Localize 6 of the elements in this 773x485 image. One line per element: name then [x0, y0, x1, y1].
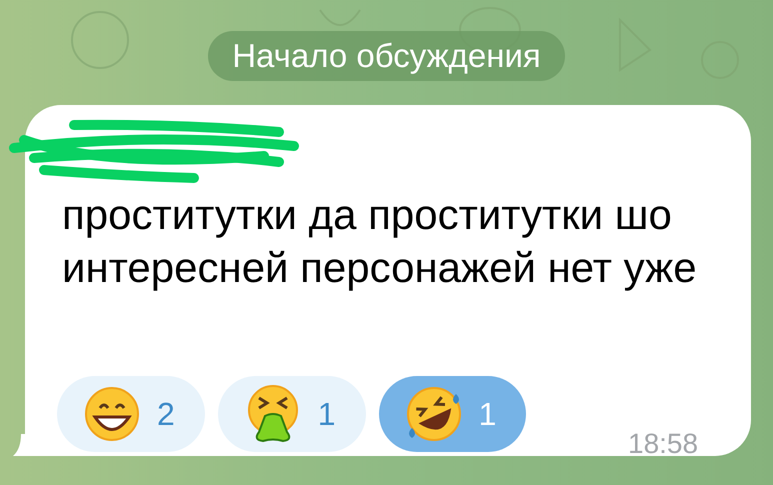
emoji-icon: [83, 385, 141, 443]
emoji-icon: [404, 385, 463, 443]
message-text: проститутки да проститутки шо интересней персонажей нет уже: [62, 190, 698, 293]
message-time: 18:58: [628, 427, 698, 461]
service-message: Начало обсуждения: [208, 31, 565, 81]
bubble-tail-icon: [13, 434, 27, 456]
